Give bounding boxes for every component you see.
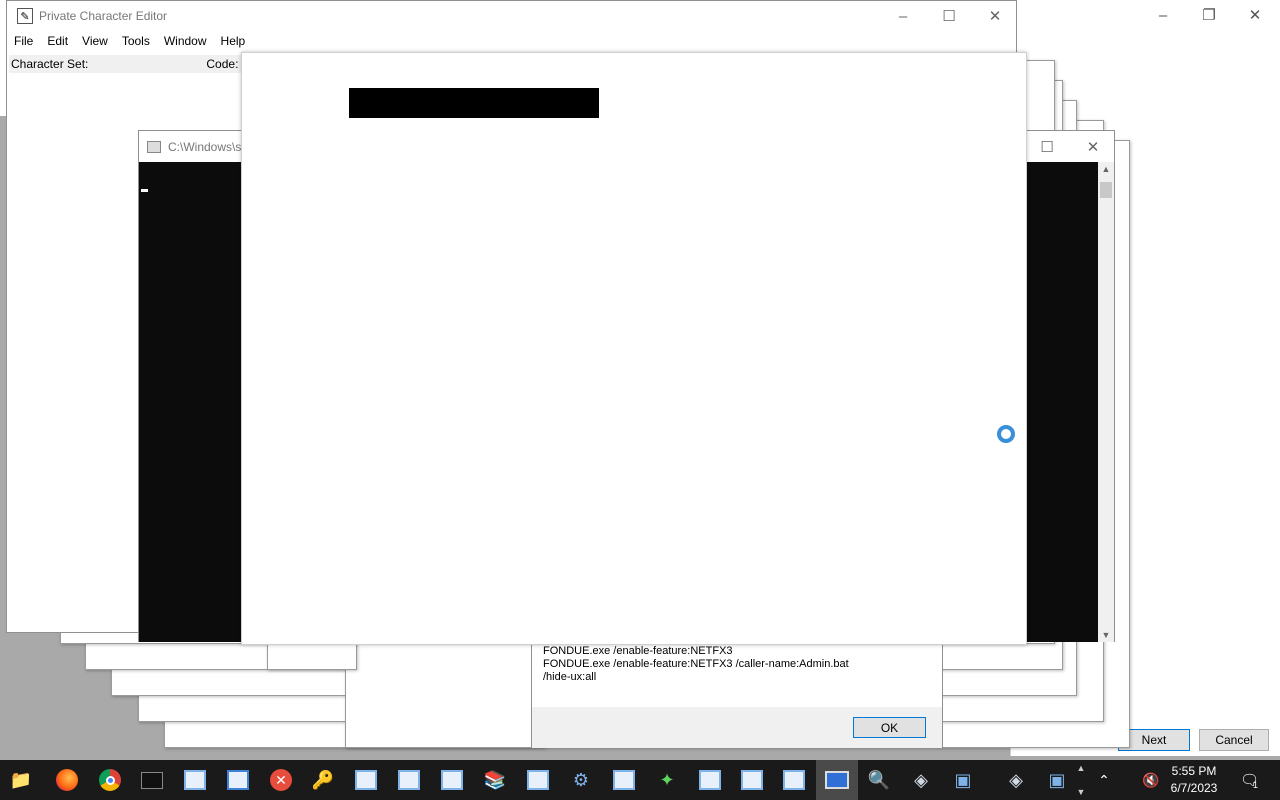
- menu-window[interactable]: Window: [157, 34, 214, 48]
- notification-count: 1: [1253, 780, 1259, 790]
- splash-window: [241, 52, 1027, 645]
- network-icon[interactable]: ▣: [1036, 760, 1078, 800]
- menu-file[interactable]: File: [7, 34, 40, 48]
- books-icon[interactable]: 📚: [474, 760, 516, 800]
- keys-icon[interactable]: 🔑: [302, 760, 344, 800]
- fondue-dialog: FONDUE.exe /enable-feature:NETFX3 FONDUE…: [531, 635, 943, 748]
- app-window-icon[interactable]: [689, 760, 731, 800]
- colorful-icon[interactable]: ✦: [646, 760, 688, 800]
- app-window-icon[interactable]: [517, 760, 559, 800]
- taskbar-scroll[interactable]: ▲ ▼: [1074, 763, 1088, 797]
- chevron-up-icon[interactable]: ▲: [1077, 763, 1086, 773]
- menu-tools[interactable]: Tools: [115, 34, 157, 48]
- app-window-icon[interactable]: [731, 760, 773, 800]
- edit-pen-icon: ✎: [17, 8, 33, 24]
- maximize-icon[interactable]: ☐: [926, 1, 972, 31]
- terminal-icon[interactable]: [131, 760, 173, 800]
- network-icon[interactable]: ▣: [942, 760, 984, 800]
- character-set-bar: Character Set: Code:: [9, 55, 241, 73]
- chrome-icon[interactable]: [89, 760, 131, 800]
- menu-bar: File Edit View Tools Window Help: [7, 31, 252, 51]
- window-title: Private Character Editor: [39, 9, 168, 23]
- taskbar: 📁 ✕ 🔑 📚 ⚙ ✦ 🔍 ◈ ▣ ◈ ▣ ⌃ 🔇 5:55 PM 6/7/20…: [0, 760, 1280, 800]
- cancel-button[interactable]: Cancel: [1199, 729, 1269, 751]
- search-key-icon[interactable]: 🔍: [858, 760, 900, 800]
- scrollbar-thumb[interactable]: [1100, 182, 1112, 198]
- app-window-icon[interactable]: [431, 760, 473, 800]
- firefox-icon[interactable]: [46, 760, 88, 800]
- close-icon[interactable]: ✕: [972, 1, 1018, 31]
- close-x-icon[interactable]: ✕: [260, 760, 302, 800]
- redacted-block: [349, 88, 599, 118]
- show-hidden-icons-chevron-icon[interactable]: ⌃: [1092, 760, 1116, 800]
- minimize-icon[interactable]: –: [1140, 4, 1186, 26]
- scroll-up-icon[interactable]: ▲: [1098, 162, 1114, 176]
- minimize-icon[interactable]: –: [880, 1, 926, 31]
- clock[interactable]: 5:55 PM 6/7/2023: [1160, 763, 1228, 797]
- code-label: Code:: [206, 57, 239, 71]
- scroll-down-icon[interactable]: ▼: [1098, 628, 1114, 642]
- loading-spinner-icon: [997, 425, 1015, 443]
- close-icon[interactable]: ✕: [1070, 131, 1116, 162]
- menu-help[interactable]: Help: [214, 34, 253, 48]
- app-window-icon[interactable]: [345, 760, 387, 800]
- ok-button[interactable]: OK: [853, 717, 926, 738]
- close-icon[interactable]: ✕: [1232, 4, 1278, 26]
- network-icon[interactable]: ◈: [900, 760, 942, 800]
- network-icon[interactable]: ◈: [995, 760, 1037, 800]
- window-title: C:\Windows\s: [168, 139, 242, 154]
- character-set-label: Character Set:: [11, 57, 89, 71]
- notification-center-icon[interactable]: 🗨 1: [1234, 760, 1264, 800]
- dialog-message: FONDUE.exe /enable-feature:NETFX3 FONDUE…: [543, 645, 849, 683]
- app-window-icon[interactable]: [773, 760, 815, 800]
- clock-date: 6/7/2023: [1170, 781, 1218, 795]
- dialog-footer: OK: [532, 707, 942, 748]
- clock-time: 5:55 PM: [1171, 764, 1217, 778]
- menu-view[interactable]: View: [75, 34, 115, 48]
- app-window-icon[interactable]: [603, 760, 645, 800]
- monitor-icon[interactable]: [816, 760, 858, 800]
- settings-icon[interactable]: ⚙: [560, 760, 602, 800]
- app-window-icon[interactable]: [217, 760, 259, 800]
- file-explorer-icon[interactable]: 📁: [0, 760, 42, 800]
- menu-edit[interactable]: Edit: [40, 34, 75, 48]
- text-cursor: [141, 189, 148, 192]
- maximize-icon[interactable]: ☐: [1024, 131, 1070, 162]
- app-window-icon[interactable]: [174, 760, 216, 800]
- vertical-scrollbar[interactable]: ▲ ▼: [1098, 162, 1114, 642]
- restore-icon[interactable]: ❐: [1186, 4, 1232, 26]
- app-window-icon[interactable]: [388, 760, 430, 800]
- title-bar: ✎ Private Character Editor: [7, 1, 1016, 31]
- console-icon: [147, 140, 161, 153]
- chevron-down-icon[interactable]: ▼: [1077, 787, 1086, 797]
